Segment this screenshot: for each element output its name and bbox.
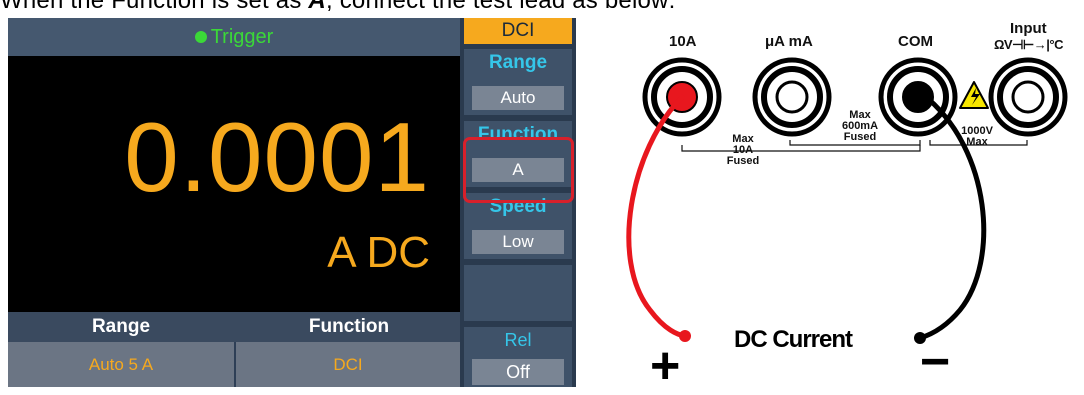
- menu-empty-button[interactable]: [464, 265, 572, 321]
- measurement-unit: A DC: [327, 228, 430, 277]
- jack-10a-label: 10A: [669, 33, 697, 50]
- bottom-header-bar: Range Function: [8, 312, 460, 342]
- rating-1000v-line2: Max: [966, 136, 988, 148]
- jack-ua-ma: [752, 57, 832, 137]
- function-highlight-box: [463, 137, 574, 203]
- menu-rel-label: Rel: [504, 330, 532, 350]
- hazard-warning-icon: [959, 81, 989, 109]
- positive-sign: +: [650, 337, 681, 395]
- rating-600ma-line3: Fused: [843, 131, 877, 143]
- connection-diagram: 10A μA mA COM Input ΩV⊣⊢→|°C Max 10A Fus…: [590, 0, 1084, 392]
- mode-tab[interactable]: DCI: [464, 18, 572, 44]
- bottom-values-bar: Auto 5 A DCI: [8, 342, 460, 387]
- bottom-header-range: Range: [91, 316, 151, 337]
- trigger-bar: Trigger: [8, 18, 460, 56]
- rating-600ma: Max 600mA Fused: [830, 110, 890, 143]
- rating-1000v: 1000V Max: [952, 126, 1002, 148]
- jack-ua-ma-label: μA mA: [765, 33, 813, 50]
- rating-10a-line3: Fused: [726, 155, 760, 167]
- meter-screen: Trigger 0.0001 A DC Range Function Auto …: [8, 18, 576, 387]
- menu-speed-value: Low: [472, 230, 564, 254]
- function-value-button[interactable]: DCI: [236, 342, 460, 387]
- trigger-label: Trigger: [210, 26, 274, 48]
- bottom-header-function: Function: [308, 316, 390, 337]
- reading-display: 0.0001 A DC: [8, 56, 460, 312]
- jack-input-label: Input: [1010, 20, 1047, 37]
- instruction-caption: When the Function is set as A, connect t…: [0, 0, 675, 15]
- jack-com: [878, 57, 958, 137]
- caption-highlight: A: [308, 0, 326, 14]
- menu-rel-value: Off: [472, 359, 564, 385]
- menu-range-value: Auto: [472, 86, 564, 110]
- jack-com-label: COM: [898, 33, 933, 50]
- trigger-status-icon: [194, 31, 207, 43]
- menu-range-button[interactable]: Range Auto: [464, 49, 572, 115]
- jack-input: [988, 57, 1068, 137]
- menu-range-label: Range: [488, 52, 548, 73]
- jack-input-symbols: ΩV⊣⊢→|°C: [994, 37, 1063, 52]
- dc-current-label: DC Current: [734, 326, 853, 353]
- caption-text: When the Function is set as: [0, 0, 309, 14]
- rating-10a: Max 10A Fused: [718, 134, 768, 167]
- measurement-reading: 0.0001: [124, 102, 430, 212]
- negative-sign: −: [920, 333, 951, 391]
- range-value-button[interactable]: Auto 5 A: [8, 342, 234, 387]
